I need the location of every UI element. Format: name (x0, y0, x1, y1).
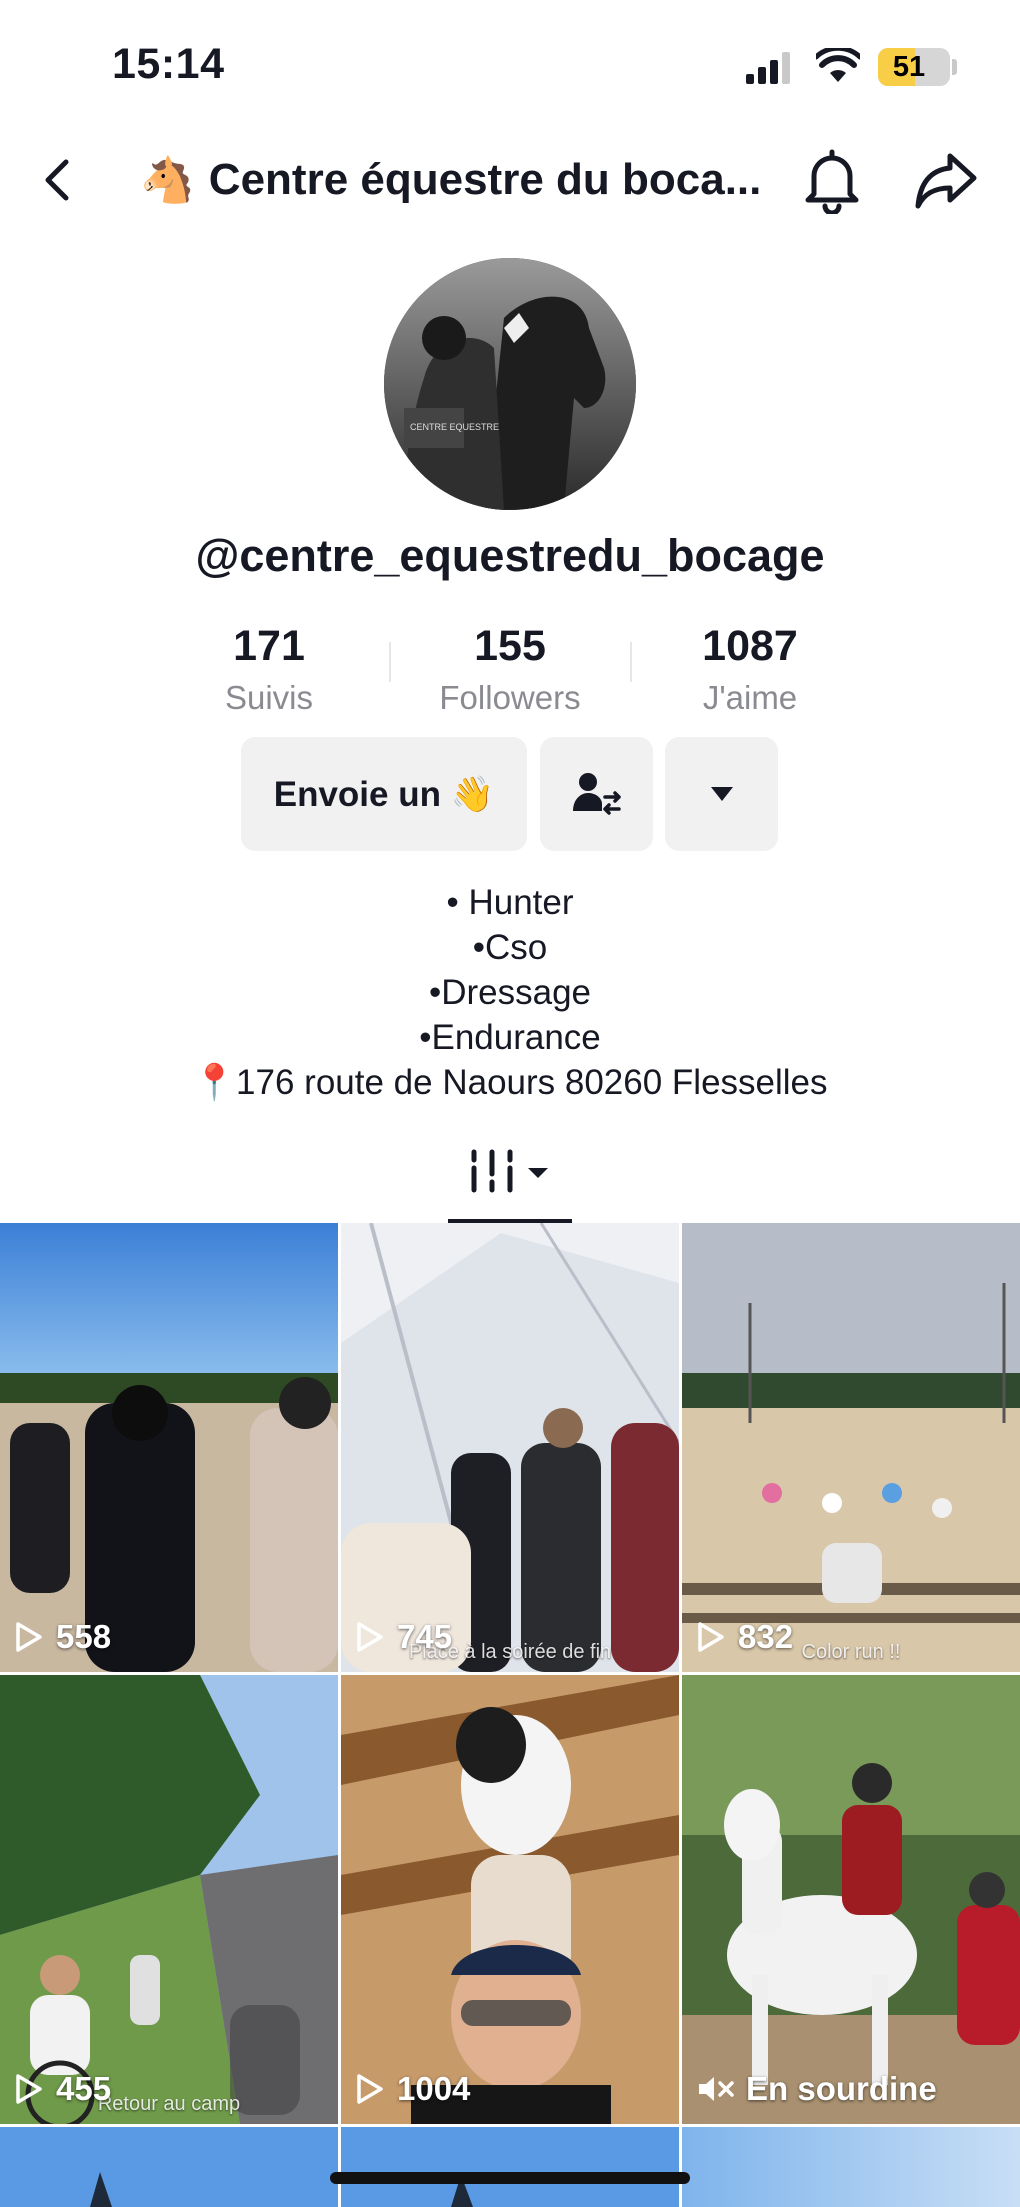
battery-percentage: 51 (892, 51, 926, 83)
play-icon (357, 1622, 383, 1652)
username: @centre_equestredu_bocage (195, 530, 825, 581)
profile-avatar[interactable]: CENTRE EQUESTRE (384, 258, 636, 510)
stat-value: 155 (474, 622, 546, 670)
horse-emoji-icon: 🐴 (140, 156, 195, 205)
battery-cap (952, 59, 957, 75)
stat-divider (389, 642, 391, 682)
profile-actions: Envoie un 👋 (0, 737, 1020, 853)
video-thumbnail[interactable] (0, 2127, 338, 2207)
friends-button[interactable] (540, 737, 653, 851)
stat-likes[interactable]: 1087 J'aime (650, 622, 850, 717)
bio-line: •Cso (472, 928, 548, 967)
view-count-text: 745 (397, 1618, 453, 1655)
bio-line: • Hunter (446, 883, 574, 922)
stat-label: Suivis (224, 679, 314, 716)
video-thumbnail[interactable]: Retour au camp 455 (0, 1675, 338, 2124)
muted-label: En sourdine (746, 2070, 937, 2107)
user-switch-icon (572, 773, 621, 815)
play-icon (698, 1622, 724, 1652)
share-button[interactable] (912, 146, 980, 214)
status-bar: 15:14 51 (0, 0, 1020, 130)
view-count: 558 (14, 1618, 111, 1656)
profile-stats: 171 Suivis 155 Followers 1087 J'aime (0, 622, 1020, 722)
bio-line: •Endurance (419, 1018, 601, 1057)
video-thumbnail[interactable]: 558 (0, 1223, 338, 1672)
bio-line: •Dressage (428, 973, 592, 1012)
back-button[interactable] (30, 150, 90, 210)
profile-header: 🐴 Centre équestre du boca... (0, 140, 1020, 220)
svg-text:CENTRE EQUESTRE: CENTRE EQUESTRE (410, 422, 499, 432)
muted-indicator: En sourdine (696, 2070, 937, 2108)
stat-value: 1087 (702, 622, 798, 670)
video-thumbnail[interactable] (682, 2127, 1020, 2207)
battery-icon: 51 (878, 48, 950, 86)
stat-label: Followers (439, 679, 581, 716)
view-count: 1004 (355, 2070, 470, 2108)
stat-followers[interactable]: 155 Followers (410, 622, 610, 717)
stat-value: 171 (233, 622, 305, 670)
speaker-muted-icon (699, 2077, 734, 2101)
video-thumbnail-image (0, 2127, 338, 2207)
video-thumbnail[interactable]: Place à la soirée de fin 745 (341, 1223, 679, 1672)
view-count-text: 455 (56, 2070, 112, 2107)
bio-location[interactable]: 📍176 route de Naours 80260 Flesselles (0, 1060, 1020, 1105)
profile-bio: • Hunter •Cso •Dressage •Endurance 📍176 … (0, 880, 1020, 1105)
more-dropdown-button[interactable] (665, 737, 778, 851)
avatar-photo: CENTRE EQUESTRE (384, 258, 636, 510)
tab-videos[interactable] (448, 1140, 572, 1224)
view-count-text: 1004 (397, 2070, 471, 2107)
video-thumbnail-image (682, 2127, 1020, 2207)
play-icon (16, 2074, 42, 2104)
view-count-text: 558 (56, 1618, 112, 1655)
stat-following[interactable]: 171 Suivis (169, 622, 369, 717)
grid-filter-icon (471, 1149, 548, 1193)
video-thumbnail[interactable]: Color run !! 832 (682, 1223, 1020, 1672)
video-thumbnail[interactable]: 1004 (341, 1675, 679, 2124)
home-indicator[interactable] (330, 2172, 690, 2184)
view-count: 745 (355, 1618, 452, 1656)
video-thumbnail-image (341, 1223, 679, 1672)
video-thumbnail-image (0, 1223, 338, 1672)
status-time: 15:14 (112, 40, 225, 88)
video-grid: 558 Place à la soirée de fin 745 Color r… (0, 1223, 1020, 2207)
send-wave-button[interactable]: Envoie un 👋 (241, 737, 527, 851)
video-thumbnail[interactable]: En sourdine (682, 1675, 1020, 2124)
caret-down-icon (710, 787, 733, 801)
signal-icon (746, 52, 790, 84)
video-thumbnail-image (682, 1223, 1020, 1672)
video-thumbnail-image (341, 1675, 679, 2124)
play-icon (16, 1622, 42, 1652)
wifi-icon (816, 48, 860, 82)
video-thumbnail-image (341, 2127, 679, 2207)
video-thumbnail-image (682, 1675, 1020, 2124)
page-title-text: Centre équestre du boca... (208, 155, 762, 204)
stat-divider (630, 642, 632, 682)
video-thumbnail[interactable] (341, 2127, 679, 2207)
view-count-text: 832 (738, 1618, 794, 1655)
video-thumbnail-image (0, 1675, 338, 2124)
play-icon (357, 2074, 383, 2104)
page-title: 🐴 Centre équestre du boca... (140, 150, 780, 210)
stat-label: J'aime (702, 679, 798, 716)
view-count: 832 (696, 1618, 793, 1656)
notification-bell-button[interactable] (800, 146, 864, 214)
view-count: 455 (14, 2070, 111, 2108)
